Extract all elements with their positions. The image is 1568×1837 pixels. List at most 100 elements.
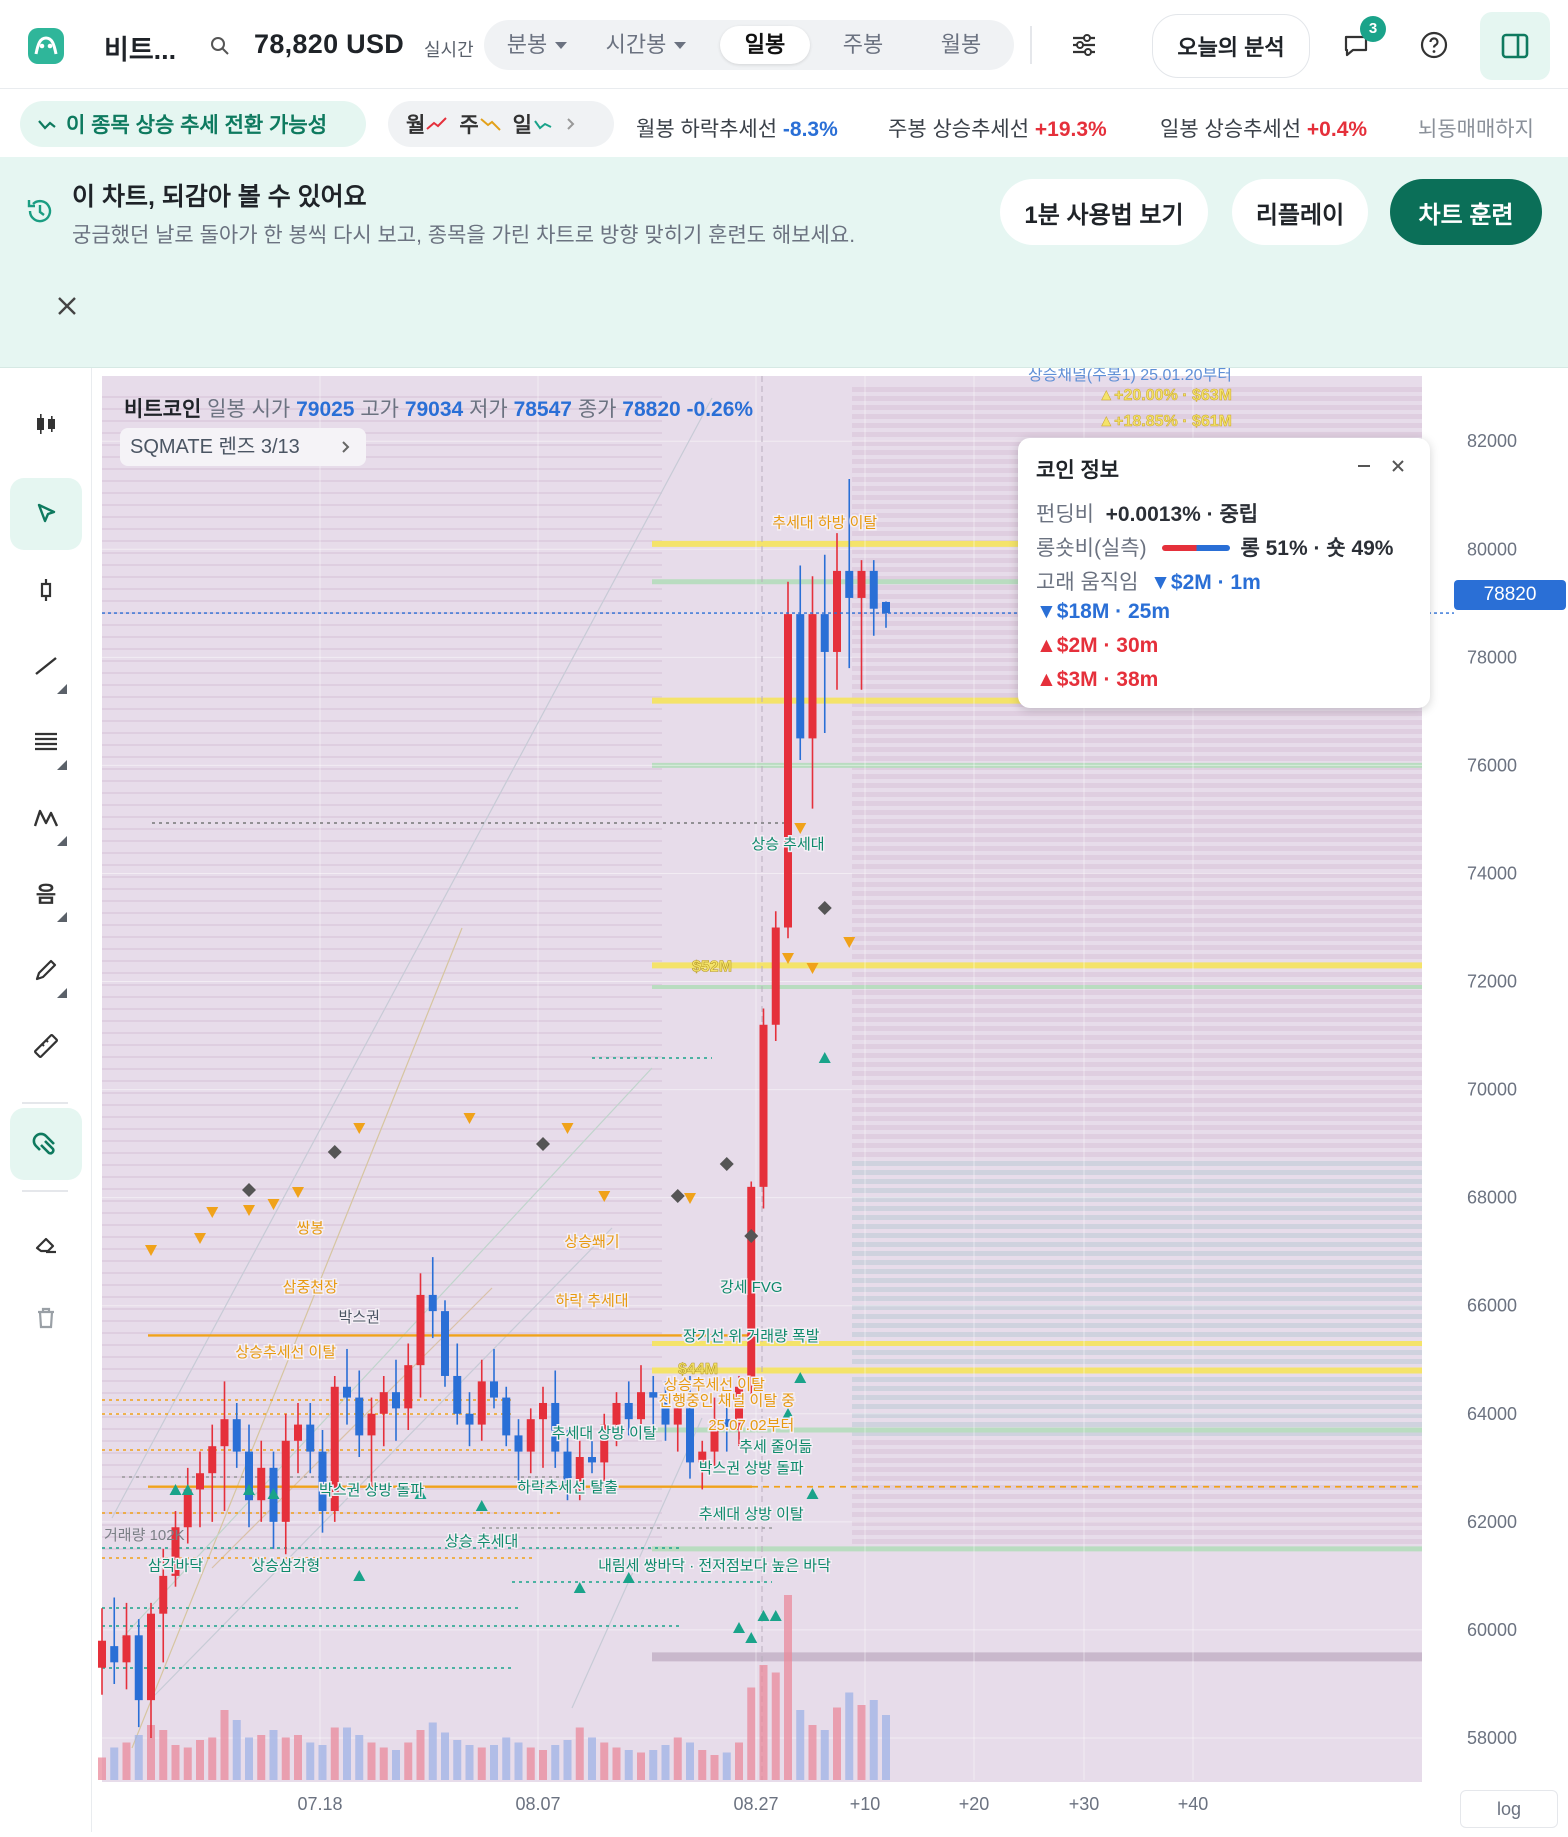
eraser-tool[interactable]	[10, 1208, 82, 1280]
search-icon[interactable]	[208, 34, 232, 58]
crosshair-tool[interactable]	[10, 554, 82, 626]
trend-line-tool[interactable]	[10, 630, 82, 702]
cursor-tool[interactable]	[10, 478, 82, 550]
close-icon[interactable]	[56, 295, 78, 317]
candle-body	[539, 1402, 547, 1420]
liquidity-band	[102, 1080, 662, 1082]
tab-day[interactable]: 일봉	[720, 26, 810, 64]
liquidity-band	[852, 1215, 1422, 1220]
liquidity-band	[102, 1188, 662, 1190]
magnet-tool[interactable]	[10, 1108, 82, 1180]
multi-timeframe-pill[interactable]: 월 주 일	[388, 101, 614, 147]
liquidity-band	[102, 1056, 662, 1058]
volume-bar	[171, 1745, 180, 1780]
sqmate-lens-button[interactable]: SQMATE 렌즈 3/13	[120, 428, 366, 466]
annotation-label: 박스권	[339, 1309, 380, 1326]
annotation-label: 장기선 위 거래량 폭발	[683, 1328, 820, 1345]
candle-bar-icon	[40, 579, 52, 601]
history-icon	[27, 199, 52, 223]
log-scale-toggle[interactable]: log	[1460, 1790, 1558, 1828]
chevron-down-icon	[674, 42, 687, 49]
tab-week[interactable]: 주봉	[818, 26, 908, 64]
today-analysis-button[interactable]: 오늘의 분석	[1152, 14, 1310, 78]
liquidity-band	[102, 1068, 662, 1070]
liquidity-band	[852, 1107, 1422, 1112]
signal-bar: 이 종목 상승 추세 전환 가능성 월 주 일 월봉 하락추세선 -8.3% 주…	[0, 89, 1568, 157]
channel-value-label: ▲+18.85% · $61M	[1098, 413, 1232, 430]
ticker-item[interactable]: 일봉 상승추세선 +0.4%	[1160, 113, 1367, 143]
liquidity-band	[102, 864, 662, 866]
liquidity-band	[852, 1080, 1422, 1085]
ticker-item[interactable]: 주봉 상승추세선 +19.3%	[888, 113, 1107, 143]
tab-month[interactable]: 월봉	[916, 26, 1006, 64]
candle-body	[649, 1392, 658, 1398]
measure-tool[interactable]	[10, 1010, 82, 1082]
candle-body	[379, 1392, 388, 1414]
liquidity-band	[102, 516, 662, 518]
volume-bar	[784, 1595, 792, 1780]
settings-sliders-icon[interactable]	[1062, 23, 1106, 67]
liquidity-band	[852, 1395, 1422, 1400]
liquidity-band	[852, 1116, 1422, 1121]
volume-bar	[122, 1742, 131, 1780]
liquidity-band	[852, 432, 1422, 437]
chevron-right-icon	[342, 441, 350, 453]
liquidity-band	[852, 1458, 1422, 1463]
trend-up-icon	[534, 120, 552, 130]
volume-bar	[98, 1757, 106, 1780]
app-logo-icon[interactable]	[26, 26, 66, 66]
svg-text:음: 음	[36, 882, 56, 907]
liquidity-band	[852, 1449, 1422, 1454]
liquidity-band	[102, 540, 662, 542]
volume-bar	[355, 1735, 364, 1780]
liquidity-band	[852, 801, 1422, 806]
liquidity-band	[852, 729, 1422, 734]
coin-name[interactable]: 비트...	[104, 28, 176, 67]
liquidity-band	[852, 783, 1422, 788]
ticker-item[interactable]: 뇌동매매하지	[1418, 113, 1534, 143]
drawing-toolbar: 음	[0, 368, 92, 1832]
y-tick-label: 64000	[1467, 1404, 1517, 1424]
y-tick-label: 72000	[1467, 972, 1517, 992]
liquidity-band	[852, 1467, 1422, 1472]
volume-bar	[649, 1750, 658, 1780]
text-tool[interactable]: 음	[10, 858, 82, 930]
tab-hour[interactable]: 시간봉	[590, 26, 702, 64]
liquidity-band	[852, 1242, 1422, 1247]
x-tick-label: 08.27	[733, 1794, 778, 1814]
volume-bar	[612, 1747, 621, 1780]
liquidity-band	[852, 990, 1422, 995]
volume-bar	[673, 1737, 682, 1780]
volume-bar	[526, 1747, 535, 1780]
hamburger-lines-icon	[35, 732, 57, 751]
brush-tool[interactable]	[10, 934, 82, 1006]
pattern-tool[interactable]	[10, 782, 82, 854]
horizontal-lines-tool[interactable]	[10, 706, 82, 778]
liquidity-band	[852, 1179, 1422, 1184]
close-icon[interactable]	[1390, 458, 1406, 474]
liquidity-band	[852, 855, 1422, 860]
ohlc-readout: 비트코인 일봉 시가 79025 고가 79034 저가 78547 종가 78…	[124, 398, 754, 421]
tab-minute[interactable]: 분봉	[492, 26, 582, 64]
candle-body	[477, 1381, 486, 1425]
chart-training-button[interactable]: 차트 훈련	[1390, 179, 1542, 245]
panel-toggle-button[interactable]	[1480, 12, 1550, 80]
help-icon[interactable]	[1412, 23, 1456, 67]
replay-button[interactable]: 리플레이	[1232, 179, 1368, 245]
volume-bar	[686, 1742, 694, 1780]
liquidity-band	[102, 1020, 662, 1022]
candle-body	[257, 1467, 266, 1501]
ticker-item[interactable]: 월봉 하락추세선 -8.3%	[636, 113, 838, 143]
minimize-icon[interactable]	[1356, 464, 1372, 468]
candle-body	[796, 614, 805, 739]
trend-signal-pill[interactable]: 이 종목 상승 추세 전환 가능성	[20, 101, 366, 147]
annotation-label: 쌍봉	[296, 1220, 324, 1237]
liquidity-band	[102, 708, 662, 710]
delete-tool[interactable]	[10, 1282, 82, 1354]
liquidity-band	[102, 588, 662, 590]
liquidity-band	[102, 576, 662, 578]
chart-type-tool[interactable]	[10, 388, 82, 460]
liquidity-band	[852, 1494, 1422, 1499]
liquidity-band	[852, 909, 1422, 914]
guide-button[interactable]: 1분 사용법 보기	[1000, 179, 1208, 245]
